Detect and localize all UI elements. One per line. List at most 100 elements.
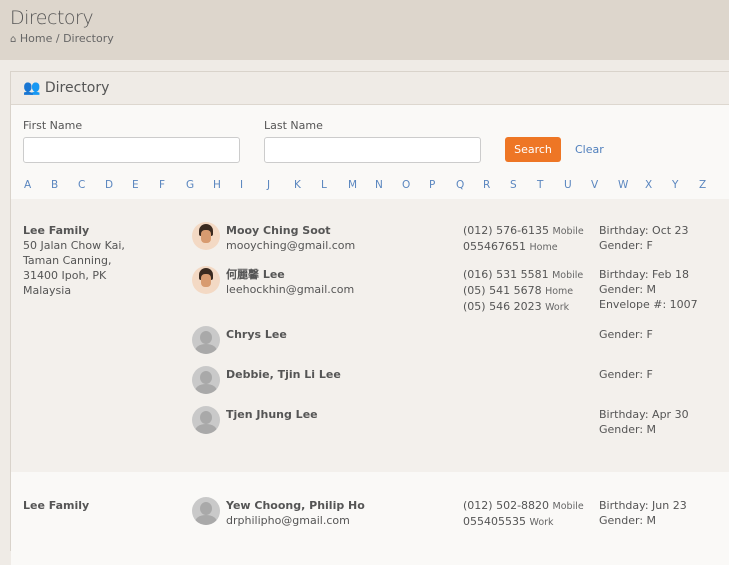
member-details: Gender: F [599,327,719,355]
avatar[interactable] [192,326,220,354]
member-phones [463,407,599,437]
detail-line: Gender: M [599,514,657,527]
breadcrumb-separator: / [55,32,60,45]
search-button[interactable]: Search [505,137,561,162]
member-name[interactable]: Chrys Lee [226,327,463,342]
member-details: Birthday: Feb 18 Gender: M Envelope #: 100… [599,267,719,315]
member-email[interactable]: mooyching@gmail.com [226,238,463,253]
letter-link-a[interactable]: A [24,179,51,191]
phone-type: Home [545,286,574,297]
member-name-block: Yew Choong, Philip Ho drphilipho@gmail.co… [226,498,463,530]
family-name[interactable]: Lee Family [23,223,192,238]
phone-number[interactable]: (012) 576-6135 [463,224,549,237]
phone-line: (05) 541 5678 Home [463,283,599,299]
phone-line: (012) 576-6135 Mobile [463,223,599,239]
detail-line: Envelope #: 1007 [599,298,698,311]
member-name-block: Chrys Lee [226,327,463,355]
letter-link-d[interactable]: D [105,179,132,191]
avatar[interactable] [192,266,220,294]
detail-line: Gender: M [599,423,657,436]
letter-link-f[interactable]: F [159,179,186,191]
avatar[interactable] [192,406,220,434]
phone-number[interactable]: (05) 541 5678 [463,284,542,297]
member-name[interactable]: Tjen Jhung Lee [226,407,463,422]
first-name-label: First Name [23,119,83,132]
phone-number[interactable]: 055405535 [463,515,526,528]
letter-link-b[interactable]: B [51,179,78,191]
member-name[interactable]: 何麗馨 Lee [226,267,463,282]
letter-link-s[interactable]: S [510,179,537,191]
member-name-block: Debbie, Tjin Li Lee [226,367,463,395]
phone-line: (012) 502-8820 Mobile [463,498,599,514]
phone-line: (016) 531 5581 Mobile [463,267,599,283]
phone-number[interactable]: (05) 546 2023 [463,300,542,313]
member-phones: (012) 576-6135 Mobile 055467651 Home [463,223,599,255]
member-phones: (016) 531 5581 Mobile (05) 541 5678 Home(… [463,267,599,315]
address-line: Taman Canning, [23,254,112,267]
phone-number[interactable]: (012) 502-8820 [463,499,549,512]
letter-link-c[interactable]: C [78,179,105,191]
family-list: Lee Family 50 Jalan Chow Kai, Taman Cannin… [11,199,729,565]
member-row: Debbie, Tjin Li Lee Gender: F [192,366,729,407]
letter-link-p[interactable]: P [429,179,456,191]
page-header: Directory ⌂ Home / Directory [0,0,729,60]
letter-link-i[interactable]: I [240,179,267,191]
detail-line: Gender: F [599,328,653,341]
detail-line: Birthday: Jun 23 [599,499,687,512]
address-line: 31400 Ipoh, PK [23,269,107,282]
clear-link[interactable]: Clear [575,143,604,156]
member-row: 何麗馨 Lee leehockhin@gmail.com (016) 531 558… [192,266,729,327]
letter-link-y[interactable]: Y [672,179,699,191]
member-phones [463,327,599,355]
member-details: Gender: F [599,367,719,395]
letter-link-w[interactable]: W [618,179,645,191]
member-email[interactable]: leehockhin@gmail.com [226,282,463,297]
letter-link-m[interactable]: M [348,179,375,191]
member-phones: (012) 502-8820 Mobile 055405535 Work [463,498,599,530]
last-name-label: Last Name [264,119,323,132]
breadcrumb-current: Directory [63,32,114,45]
letter-link-k[interactable]: K [294,179,321,191]
member-name[interactable]: Yew Choong, Philip Ho [226,498,463,513]
letter-link-z[interactable]: Z [699,179,726,191]
letter-link-o[interactable]: O [402,179,429,191]
letter-link-x[interactable]: X [645,179,672,191]
address-line: Malaysia [23,284,72,297]
letter-link-q[interactable]: Q [456,179,483,191]
letter-link-g[interactable]: G [186,179,213,191]
avatar[interactable] [192,366,220,394]
member-name-block: 何麗馨 Lee leehockhin@gmail.com [226,267,463,315]
phone-line: (05) 546 2023 Work [463,299,599,315]
panel-header: 👥 Directory [11,72,729,105]
member-name[interactable]: Debbie, Tjin Li Lee [226,367,463,382]
home-icon: ⌂ [10,34,17,45]
letter-link-j[interactable]: J [267,179,294,191]
users-icon: 👥 [23,80,41,96]
member-email[interactable]: drphilipho@gmail.com [226,513,463,528]
last-name-input[interactable] [264,137,481,163]
member-name-block: Mooy Ching Soot mooyching@gmail.com [226,223,463,255]
family-name[interactable]: Lee Family [23,498,192,513]
breadcrumb-home[interactable]: Home [20,32,52,45]
family-info: Lee Family [11,498,192,542]
letter-link-e[interactable]: E [132,179,159,191]
family-info: Lee Family 50 Jalan Chow Kai, Taman Cannin… [11,223,192,449]
letter-link-t[interactable]: T [537,179,564,191]
letter-link-v[interactable]: V [591,179,618,191]
family-row: Lee Family Yew Choong, Philip Ho drphiliph… [11,472,729,565]
member-list: Yew Choong, Philip Ho drphilipho@gmail.co… [192,497,729,542]
avatar[interactable] [192,497,220,525]
phone-number[interactable]: (016) 531 5581 [463,268,549,281]
letter-link-l[interactable]: L [321,179,348,191]
first-name-input[interactable] [23,137,240,163]
letter-link-h[interactable]: H [213,179,240,191]
member-name[interactable]: Mooy Ching Soot [226,223,463,238]
page-title: Directory [10,7,94,29]
letter-link-r[interactable]: R [483,179,510,191]
avatar[interactable] [192,222,220,250]
letter-link-n[interactable]: N [375,179,402,191]
phone-number[interactable]: 055467651 [463,240,526,253]
member-phones [463,367,599,395]
member-row: Yew Choong, Philip Ho drphilipho@gmail.co… [192,497,729,542]
letter-link-u[interactable]: U [564,179,591,191]
